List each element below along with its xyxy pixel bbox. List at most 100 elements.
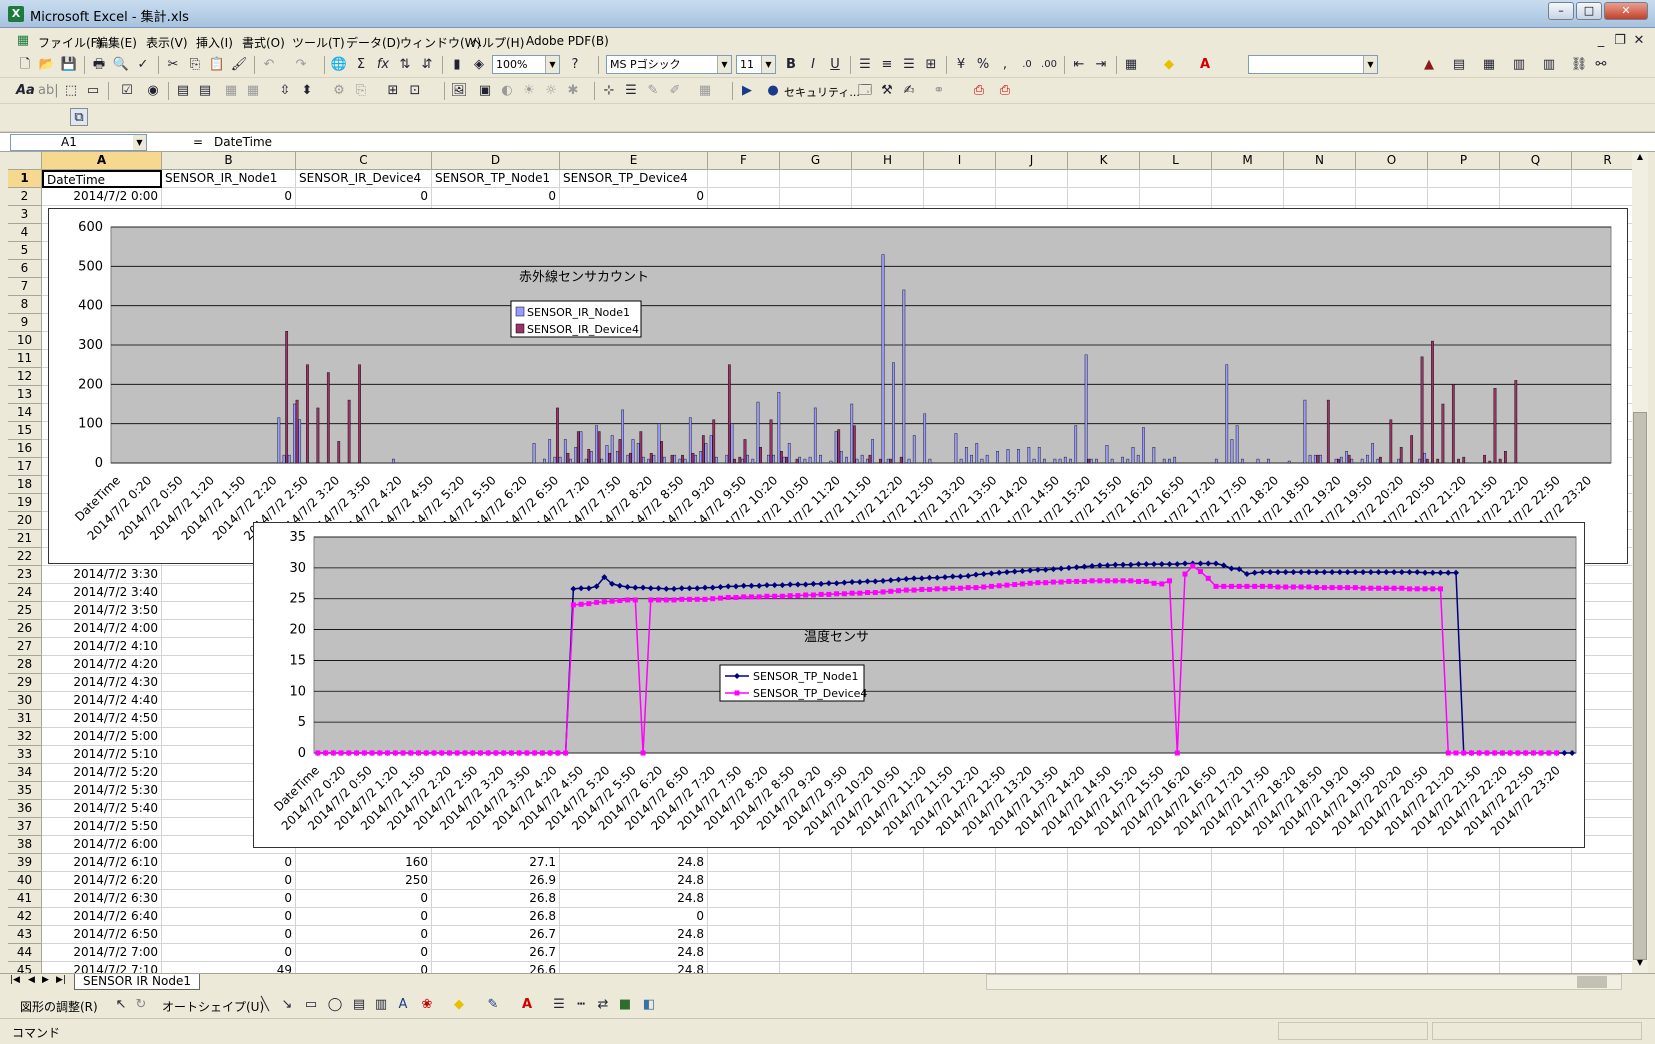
cell-G44[interactable] (780, 944, 852, 962)
cell-A36[interactable]: 2014/7/2 5:40 (42, 800, 162, 818)
columns-icon[interactable]: ▥ (1540, 56, 1558, 74)
cell-O44[interactable] (1356, 944, 1428, 962)
cell-K42[interactable] (1068, 908, 1140, 926)
column-header[interactable]: M (1212, 152, 1284, 170)
cell-B1[interactable]: SENSOR_IR_Node1 (162, 170, 296, 188)
workbook-restore-icon[interactable]: ❐ (1611, 32, 1629, 50)
menu-item[interactable]: データ(D) (346, 34, 401, 51)
cell-A34[interactable]: 2014/7/2 5:20 (42, 764, 162, 782)
cell-H2[interactable] (852, 188, 924, 206)
group-box-icon[interactable]: ⬚ (62, 82, 80, 100)
percent-icon[interactable]: % (974, 56, 992, 74)
row-header[interactable]: 22 (8, 548, 42, 566)
shadow-icon[interactable]: ■ (616, 996, 634, 1014)
cell-O43[interactable] (1356, 926, 1428, 944)
scroll-bar-icon[interactable]: ⇳ (276, 82, 294, 100)
decrease-indent-icon[interactable]: ⇤ (1070, 56, 1088, 74)
cell-I40[interactable] (924, 872, 996, 890)
cell-R2[interactable] (1572, 188, 1632, 206)
merge-center-icon[interactable]: ⊞ (922, 56, 940, 74)
row-header[interactable]: 11 (8, 350, 42, 368)
cell-Q1[interactable] (1500, 170, 1572, 188)
cell-A44[interactable]: 2014/7/2 7:00 (42, 944, 162, 962)
cell-R45[interactable] (1572, 962, 1632, 973)
row-header[interactable]: 5 (8, 242, 42, 260)
cell-Q42[interactable] (1500, 908, 1572, 926)
next-sheet-icon[interactable]: ▶ (42, 975, 49, 985)
cell-I43[interactable] (924, 926, 996, 944)
zoom-select[interactable]: 100% ▼ (492, 55, 560, 74)
cell-A38[interactable]: 2014/7/2 6:00 (42, 836, 162, 854)
cell-P45[interactable] (1428, 962, 1500, 973)
vb-editor-icon[interactable]: ✍ (900, 82, 918, 100)
attach-icon[interactable]: ⧉ (70, 108, 88, 126)
currency-icon[interactable]: ¥ (952, 56, 970, 74)
cell-A39[interactable]: 2014/7/2 6:10 (42, 854, 162, 872)
spelling-icon[interactable]: ✓ (134, 56, 152, 74)
print-preview-icon[interactable]: 🔍 (112, 56, 130, 74)
row-header[interactable]: 23 (8, 566, 42, 584)
cell-Q45[interactable] (1500, 962, 1572, 973)
italic-icon[interactable]: I (804, 56, 822, 74)
copy-icon[interactable]: ⎘ (186, 56, 204, 74)
row-header[interactable]: 12 (8, 368, 42, 386)
cell-F43[interactable] (708, 926, 780, 944)
cell-R39[interactable] (1572, 854, 1632, 872)
cell-R40[interactable] (1572, 872, 1632, 890)
cell-C1[interactable]: SENSOR_IR_Device4 (296, 170, 432, 188)
cell-N2[interactable] (1284, 188, 1356, 206)
row-header[interactable]: 39 (8, 854, 42, 872)
cell-H40[interactable] (852, 872, 924, 890)
autosum-icon[interactable]: Σ (352, 56, 370, 74)
row-header[interactable]: 17 (8, 458, 42, 476)
row-header[interactable]: 13 (8, 386, 42, 404)
cell-B2[interactable]: 0 (162, 188, 296, 206)
row-header[interactable]: 27 (8, 638, 42, 656)
cell-E39[interactable]: 24.8 (560, 854, 708, 872)
increase-decimal-icon[interactable]: .0 (1018, 56, 1036, 74)
link-icon[interactable]: ⛓ (1570, 56, 1588, 74)
3d-icon[interactable]: ◧ (640, 996, 658, 1014)
cell-F44[interactable] (708, 944, 780, 962)
combo-dropdown-icon[interactable]: ▦ (244, 82, 262, 100)
cell-Q43[interactable] (1500, 926, 1572, 944)
cell-H45[interactable] (852, 962, 924, 973)
row-header[interactable]: 42 (8, 908, 42, 926)
cell-E40[interactable]: 24.8 (560, 872, 708, 890)
checkbox-icon[interactable]: ☑ (118, 82, 136, 100)
row-header[interactable]: 10 (8, 332, 42, 350)
cell-L42[interactable] (1140, 908, 1212, 926)
chart-wizard-icon[interactable]: ▮ (448, 56, 466, 74)
row-header[interactable]: 6 (8, 260, 42, 278)
cell-A35[interactable]: 2014/7/2 5:30 (42, 782, 162, 800)
contrast-icon[interactable]: ◐ (498, 82, 516, 100)
cell-E1[interactable]: SENSOR_TP_Device4 (560, 170, 708, 188)
cell-N42[interactable] (1284, 908, 1356, 926)
line-color-icon[interactable]: ✎ (484, 996, 502, 1014)
brightness-icon[interactable]: ☀ (520, 82, 538, 100)
minimize-button[interactable]: – (1548, 2, 1574, 20)
cell-D1[interactable]: SENSOR_TP_Node1 (432, 170, 560, 188)
row-header[interactable]: 30 (8, 692, 42, 710)
grid-icon[interactable]: ▦ (1480, 56, 1498, 74)
cell-O2[interactable] (1356, 188, 1428, 206)
column-header[interactable]: Q (1500, 152, 1572, 170)
cell-M39[interactable] (1212, 854, 1284, 872)
row-header[interactable]: 8 (8, 296, 42, 314)
row-header[interactable]: 25 (8, 602, 42, 620)
rectangle-icon[interactable]: ▭ (302, 996, 320, 1014)
drawing-icon[interactable]: ◈ (470, 56, 488, 74)
cell-K39[interactable] (1068, 854, 1140, 872)
cell-O45[interactable] (1356, 962, 1428, 973)
row-header[interactable]: 26 (8, 620, 42, 638)
cell-B40[interactable]: 0 (162, 872, 296, 890)
cell-J2[interactable] (996, 188, 1068, 206)
cell-D39[interactable]: 27.1 (432, 854, 560, 872)
cell-Q40[interactable] (1500, 872, 1572, 890)
cell-A33[interactable]: 2014/7/2 5:10 (42, 746, 162, 764)
cell-P39[interactable] (1428, 854, 1500, 872)
cell-G39[interactable] (780, 854, 852, 872)
column-header[interactable]: K (1068, 152, 1140, 170)
row-header[interactable]: 37 (8, 818, 42, 836)
row-header[interactable]: 3 (8, 206, 42, 224)
